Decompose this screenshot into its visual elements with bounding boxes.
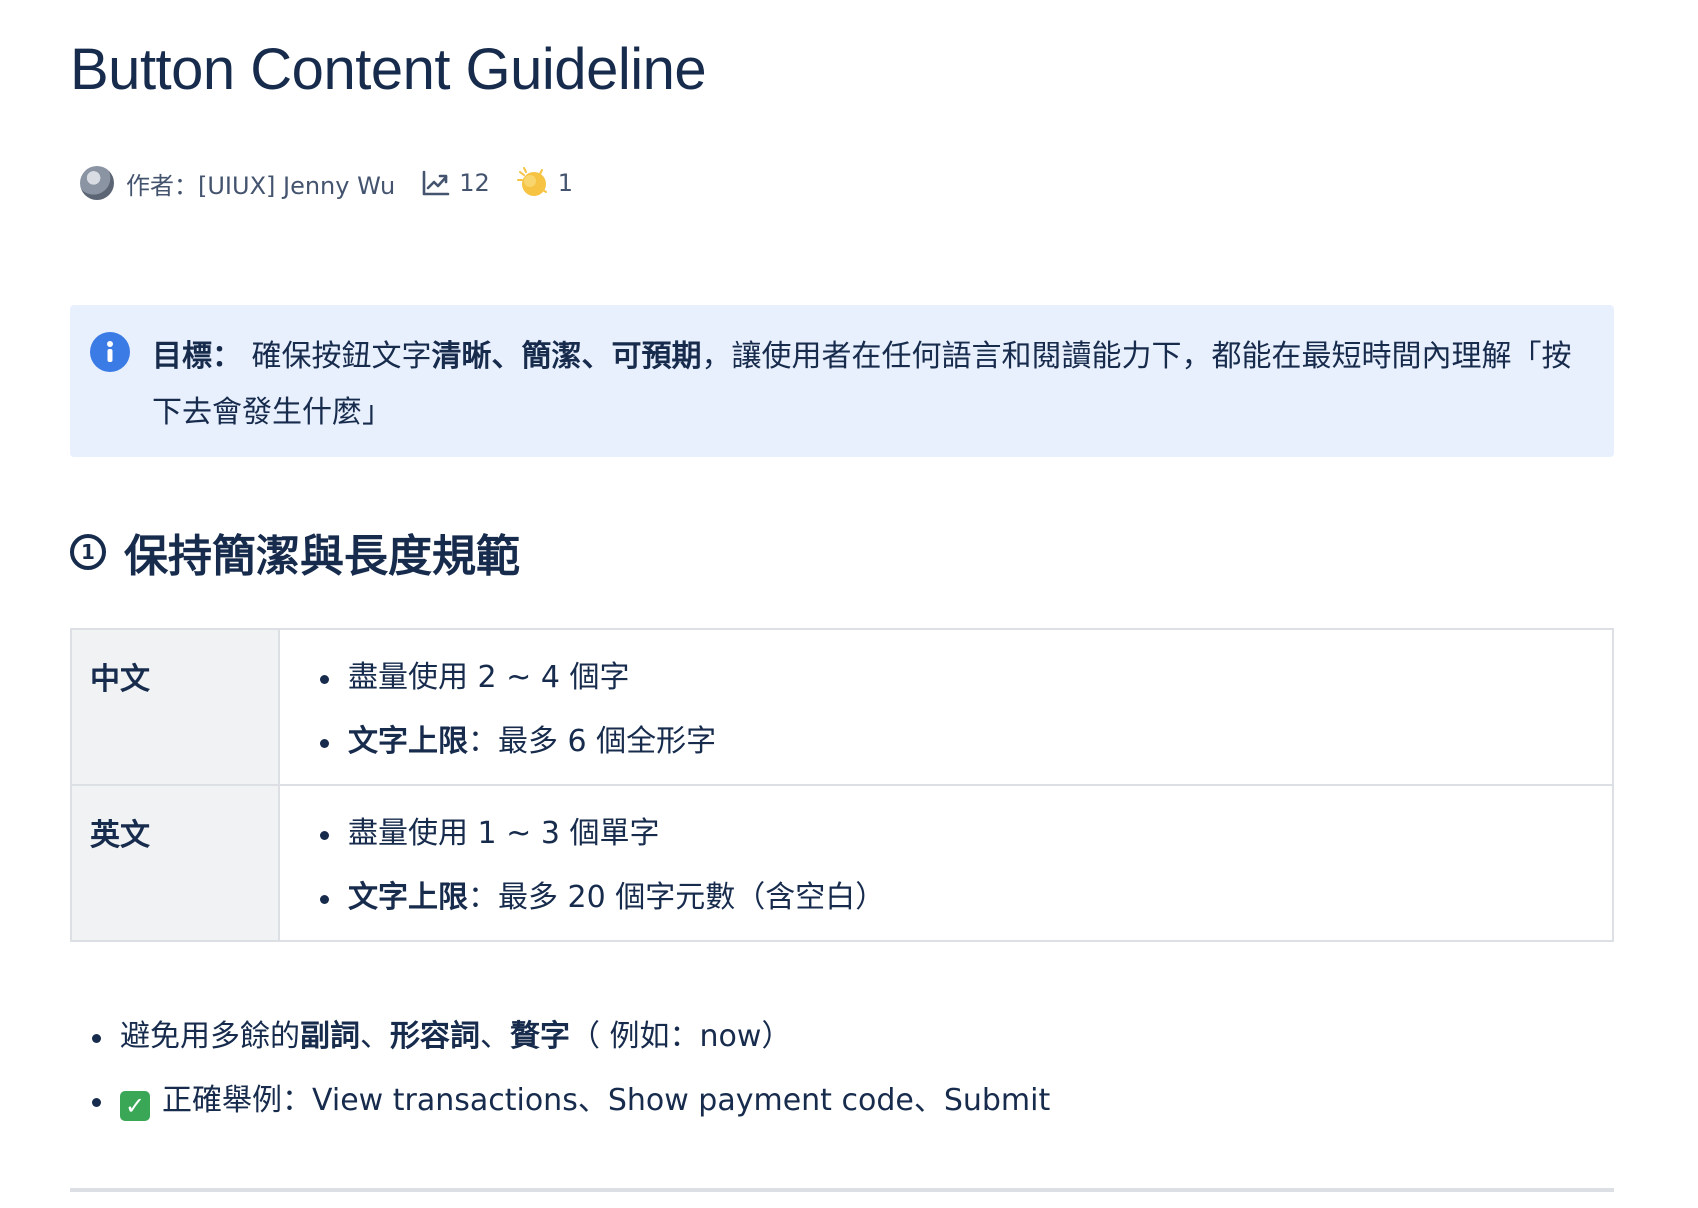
info-icon xyxy=(90,332,130,372)
separator: 、 xyxy=(360,1019,390,1054)
table-cell: 盡量使用 2 ~ 4 個字 文字上限：最多 6 個全形字 xyxy=(278,628,1614,786)
list-item: 避免用多餘的副詞、形容詞、贅字（ 例如：now） xyxy=(92,1005,1050,1069)
callout-text: 確保按鈕文字 xyxy=(242,339,432,374)
table-row: 英文 盡量使用 1 ~ 3 個單字 文字上限：最多 20 個字元數（含空白） xyxy=(70,784,1614,942)
circled-number-icon: 1 xyxy=(70,534,106,570)
info-callout: 目標： 確保按鈕文字清晰、簡潔、可預期，讓使用者在任何語言和閱讀能力下，都能在最… xyxy=(70,305,1614,457)
page-title: Button Content Guideline xyxy=(70,37,707,102)
divider xyxy=(70,1188,1614,1192)
list-item: 文字上限：最多 20 個字元數（含空白） xyxy=(320,866,1612,930)
length-rules-table: 中文 盡量使用 2 ~ 4 個字 文字上限：最多 6 個全形字 英文 盡量使用 … xyxy=(70,628,1614,942)
list-item: 文字上限：最多 6 個全形字 xyxy=(320,710,1612,774)
guideline-bullets: 避免用多餘的副詞、形容詞、贅字（ 例如：now） ✓ 正確舉例：View tran… xyxy=(70,1005,1050,1133)
avatar[interactable] xyxy=(80,166,114,200)
callout-label: 目標： xyxy=(152,339,242,374)
list-item-emphasis: 副詞 xyxy=(300,1019,360,1054)
list-item: ✓ 正確舉例：View transactions、Show payment cod… xyxy=(92,1069,1050,1133)
list-item: 盡量使用 1 ~ 3 個單字 xyxy=(320,802,1612,866)
list-item-emphasis: 形容詞 xyxy=(390,1019,480,1054)
byline: 作者：[UIUX] Jenny Wu 12 1 xyxy=(80,164,573,202)
list-item-text: （ 例如：now） xyxy=(570,1019,792,1054)
author-name[interactable]: 作者：[UIUX] Jenny Wu xyxy=(126,166,395,201)
list-item-text: 盡量使用 1 ~ 3 個單字 xyxy=(348,816,660,851)
list-item-text: 正確舉例：View transactions、Show payment code… xyxy=(162,1083,1051,1118)
list-item-text: ：最多 6 個全形字 xyxy=(468,724,717,759)
section-heading: 1 保持簡潔與長度規範 xyxy=(70,520,520,584)
trend-up-icon[interactable] xyxy=(421,169,451,197)
check-mark-icon: ✓ xyxy=(120,1091,150,1121)
table-cell: 盡量使用 1 ~ 3 個單字 文字上限：最多 20 個字元數（含空白） xyxy=(278,784,1614,942)
list-item-emphasis: 贅字 xyxy=(510,1019,570,1054)
separator: 、 xyxy=(480,1019,510,1054)
callout-emphasis: 清晰、簡潔、可預期 xyxy=(431,339,702,374)
reaction-count: 1 xyxy=(557,169,574,197)
list-item-text: ：最多 20 個字元數（含空白） xyxy=(468,880,886,915)
table-row: 中文 盡量使用 2 ~ 4 個字 文字上限：最多 6 個全形字 xyxy=(70,628,1614,786)
view-count: 12 xyxy=(459,169,490,197)
list-item: 盡量使用 2 ~ 4 個字 xyxy=(320,646,1612,710)
clap-reaction-icon[interactable] xyxy=(516,166,550,200)
table-row-header: 英文 xyxy=(70,784,280,942)
list-item-text: 避免用多餘的 xyxy=(120,1019,300,1054)
list-item-label: 文字上限 xyxy=(348,724,468,759)
section-heading-text: 保持簡潔與長度規範 xyxy=(124,531,520,582)
list-item-label: 文字上限 xyxy=(348,880,468,915)
list-item-text: 盡量使用 2 ~ 4 個字 xyxy=(348,660,630,695)
table-row-header: 中文 xyxy=(70,628,280,786)
